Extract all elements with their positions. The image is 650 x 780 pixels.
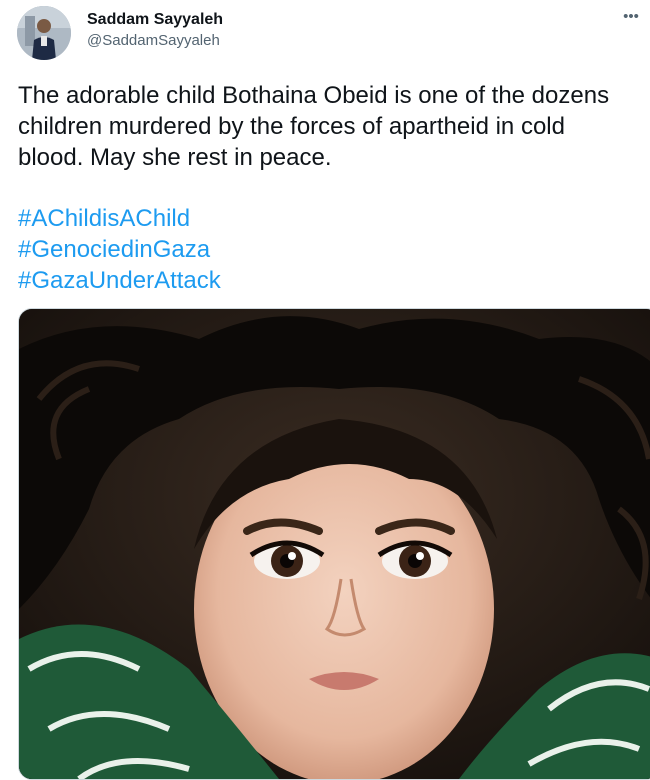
- tweet-card: Saddam Sayyaleh @SaddamSayyaleh ••• The …: [0, 0, 650, 780]
- display-name[interactable]: Saddam Sayyaleh: [87, 10, 223, 30]
- user-info: Saddam Sayyaleh @SaddamSayyaleh: [87, 10, 223, 52]
- hashtag-link[interactable]: #GazaUnderAttack: [18, 265, 221, 296]
- avatar[interactable]: [17, 6, 71, 60]
- hashtag-link[interactable]: #AChildisAChild: [18, 203, 221, 234]
- more-horizontal-icon[interactable]: •••: [618, 5, 644, 27]
- tweet-text-line: children murdered by the forces of apart…: [18, 113, 565, 140]
- hashtag-list: #AChildisAChild #GenociedinGaza #GazaUnd…: [18, 203, 221, 296]
- tweet-text-line: The adorable child Bothaina Obeid is one…: [18, 82, 610, 109]
- username-handle[interactable]: @SaddamSayyaleh: [87, 30, 223, 52]
- tweet-photo[interactable]: [18, 308, 650, 780]
- tweet-text: The adorable child Bothaina Obeid is one…: [18, 80, 650, 173]
- tweet-text-line: blood. May she rest in peace.: [18, 144, 332, 171]
- hashtag-link[interactable]: #GenociedinGaza: [18, 234, 221, 265]
